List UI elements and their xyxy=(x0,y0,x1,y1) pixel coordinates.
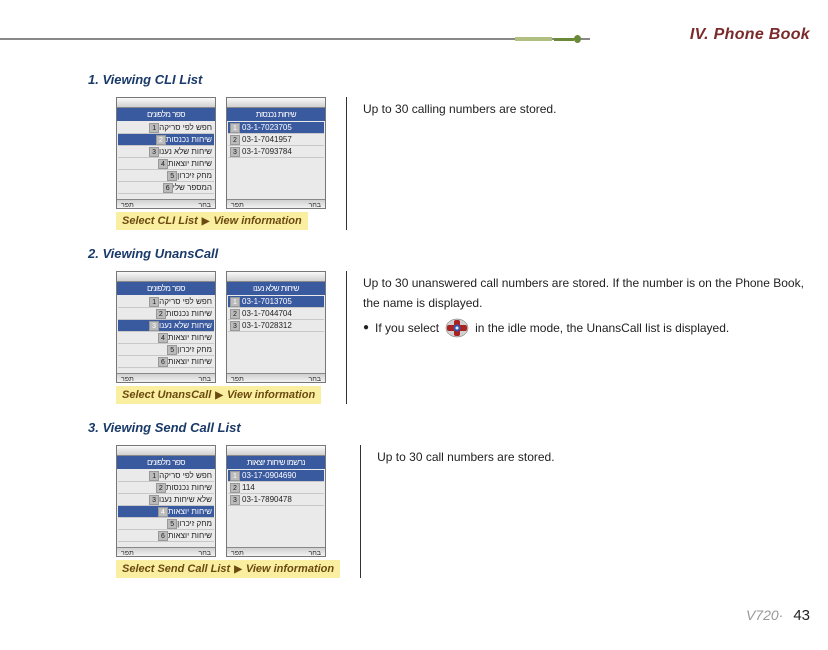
phone-list-row: שיחות נכנסות2 xyxy=(118,482,214,494)
caption-right: View information xyxy=(227,389,315,401)
caption-strip: Select CLI List ▶ View information xyxy=(116,212,308,230)
phone-list-row: שיחות יוצאות4 xyxy=(118,332,214,344)
screenshot-group: ספר מלפוניםחפש לפי סריקה1שיחות נכנסות2שי… xyxy=(116,271,326,404)
caption-strip: Select Send Call List ▶ View information xyxy=(116,560,340,578)
page-footer: V720· 43 xyxy=(746,607,810,624)
section-heading: 3. Viewing Send Call List xyxy=(88,420,808,435)
section-description: Up to 30 call numbers are stored. xyxy=(377,445,808,467)
triangle-right-icon: ▶ xyxy=(215,390,223,401)
phone-screen-title: ספר מלפונים xyxy=(117,456,215,469)
phone-list-row: שיחות יוצאות4 xyxy=(118,158,214,170)
phone-list-row: 103-1-7013705 xyxy=(228,296,324,308)
phone-list-row: 203-1-7044704 xyxy=(228,308,324,320)
triangle-right-icon: ▶ xyxy=(234,564,242,575)
phone-screen-title: ספר מלפונים xyxy=(117,108,215,121)
phone-list-row: מחק זיכרון5 xyxy=(118,518,214,530)
triangle-right-icon: ▶ xyxy=(202,216,210,227)
phone-list-row: שיחות שלא נענו3 xyxy=(118,320,214,332)
phone-screenshot: שיחות שלא נענו103-1-7013705203-1-7044704… xyxy=(226,271,326,383)
phone-list-row: שיחות יוצאות6 xyxy=(118,530,214,542)
phone-list-row: 203-1-7041957 xyxy=(228,134,324,146)
phone-screen-title: נרשמו שיחות יוצאות xyxy=(227,456,325,469)
phone-screenshot: ספר מלפוניםחפש לפי סריקה1שיחות נכנסות2של… xyxy=(116,445,216,557)
caption-left: Select Send Call List xyxy=(122,563,230,575)
bullet-post-text: in the idle mode, the UnansCall list is … xyxy=(475,318,729,338)
section-row: ספר מלפוניםחפש לפי סריקה1שיחות נכנסות2שי… xyxy=(88,97,808,230)
divider xyxy=(346,97,347,230)
phone-list-row: שלא שיחות נענו3 xyxy=(118,494,214,506)
screenshot-group: ספר מלפוניםחפש לפי סריקה1שיחות נכנסות2של… xyxy=(116,445,340,578)
phone-screenshot: נרשמו שיחות יוצאות103-17-09046902114303-… xyxy=(226,445,326,557)
section-row: ספר מלפוניםחפש לפי סריקה1שיחות נכנסות2שי… xyxy=(88,271,808,404)
phone-list-row: חפש לפי סריקה1 xyxy=(118,470,214,482)
caption-left: Select CLI List xyxy=(122,215,198,227)
phone-list-row: המספר שלי6 xyxy=(118,182,214,194)
phone-list-row: 2114 xyxy=(228,482,324,494)
phone-list-row: 103-17-0904690 xyxy=(228,470,324,482)
phone-list-row: מחק זיכרון5 xyxy=(118,344,214,356)
section-heading: 2. Viewing UnansCall xyxy=(88,246,808,261)
phone-list-row: חפש לפי סריקה1 xyxy=(118,296,214,308)
phone-list-row: שיחות נכנסות2 xyxy=(118,308,214,320)
bullet-icon: ● xyxy=(363,319,369,336)
phone-list-row: שיחות שלא נענו3 xyxy=(118,146,214,158)
caption-strip: Select UnansCall ▶ View information xyxy=(116,386,321,404)
phone-list-row: חפש לפי סריקה1 xyxy=(118,122,214,134)
divider xyxy=(360,445,361,578)
phone-screen-title: שיחות שלא נענו xyxy=(227,282,325,295)
header-accent xyxy=(515,37,581,41)
phone-list-row: 303-1-7890478 xyxy=(228,494,324,506)
page-number: 43 xyxy=(793,607,810,624)
chapter-title: IV. Phone Book xyxy=(690,26,810,44)
phone-screenshot: ספר מלפוניםחפש לפי סריקה1שיחות נכנסות2שי… xyxy=(116,97,216,209)
phone-screen-title: שיחות נכנסות xyxy=(227,108,325,121)
model-label: V720· xyxy=(746,607,783,623)
header-rule xyxy=(0,38,590,40)
dpad-icon xyxy=(445,318,469,338)
phone-list-row: מחק זיכרון5 xyxy=(118,170,214,182)
bullet-pre-text: If you select xyxy=(375,318,439,338)
phone-list-row: שיחות יוצאות6 xyxy=(118,356,214,368)
description-text: Up to 30 calling numbers are stored. xyxy=(363,99,808,119)
caption-right: View information xyxy=(246,563,334,575)
phone-list-row: 303-1-7028312 xyxy=(228,320,324,332)
phone-screen-title: ספר מלפונים xyxy=(117,282,215,295)
phone-screenshot: שיחות נכנסות103-1-7023705203-1-704195730… xyxy=(226,97,326,209)
section-description: Up to 30 calling numbers are stored. xyxy=(363,97,808,119)
caption-right: View information xyxy=(214,215,302,227)
description-text: Up to 30 unanswered call numbers are sto… xyxy=(363,273,808,314)
phone-list-row: 103-1-7023705 xyxy=(228,122,324,134)
description-text: Up to 30 call numbers are stored. xyxy=(377,447,808,467)
description-bullet: ● If you select in the idle mode, the Unan… xyxy=(363,318,808,338)
phone-list-row: 303-1-7093784 xyxy=(228,146,324,158)
section-description: Up to 30 unanswered call numbers are sto… xyxy=(363,271,808,338)
screenshot-group: ספר מלפוניםחפש לפי סריקה1שיחות נכנסות2שי… xyxy=(116,97,326,230)
phone-list-row: שיחות יוצאות4 xyxy=(118,506,214,518)
section-row: ספר מלפוניםחפש לפי סריקה1שיחות נכנסות2של… xyxy=(88,445,808,578)
divider xyxy=(346,271,347,404)
section-heading: 1. Viewing CLI List xyxy=(88,72,808,87)
phone-screenshot: ספר מלפוניםחפש לפי סריקה1שיחות נכנסות2שי… xyxy=(116,271,216,383)
caption-left: Select UnansCall xyxy=(122,389,211,401)
phone-list-row: שיחות נכנסות2 xyxy=(118,134,214,146)
